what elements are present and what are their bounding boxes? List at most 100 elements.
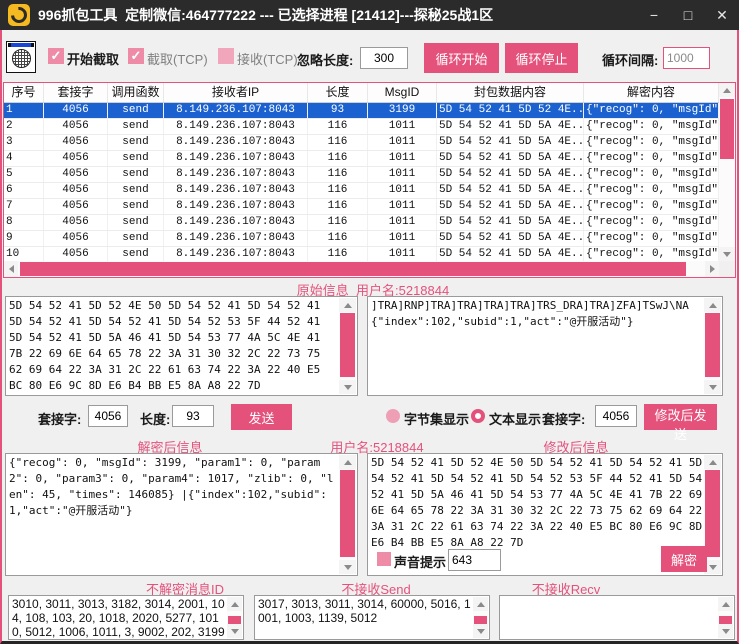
scroll-arrow-up-icon[interactable] — [339, 455, 356, 469]
table-row[interactable]: 84056send8.149.236.107:804311610115D 54 … — [4, 215, 719, 231]
radio-bytes-display[interactable] — [386, 409, 400, 423]
table-row[interactable]: 104056send8.149.236.107:804311610115D 54… — [4, 247, 719, 261]
scroll-arrow-down-icon[interactable] — [339, 380, 356, 394]
send-button[interactable]: 发送 — [231, 404, 292, 430]
no-decrypt-msgid-content[interactable]: 3010, 3011, 3013, 3182, 3014, 2001, 104,… — [12, 597, 226, 638]
table-row[interactable]: 14056send8.149.236.107:80439331995D 54 5… — [4, 103, 719, 119]
scroll-track[interactable] — [18, 261, 705, 277]
capture-window-icon[interactable] — [6, 41, 36, 73]
no-send-scrollbar[interactable] — [473, 597, 488, 638]
table-vscrollbar[interactable] — [719, 83, 735, 261]
header-cell-len[interactable]: 长度 — [308, 83, 368, 102]
no-receive-send-box[interactable]: 3017, 3013, 3011, 3014, 60000, 5016, 100… — [254, 595, 490, 640]
no-receive-recv-content[interactable] — [503, 597, 717, 638]
cell-ip: 8.149.236.107:8043 — [164, 247, 308, 261]
no-decrypt-msgid-box[interactable]: 3010, 3011, 3013, 3182, 3014, 2001, 104,… — [8, 595, 244, 640]
window-title: 996抓包工具 定制微信:464777222 --- 已选择进程 [21412]… — [38, 5, 493, 25]
socket-input[interactable] — [88, 405, 128, 427]
minimize-icon[interactable]: − — [645, 0, 663, 30]
scroll-thumb[interactable] — [474, 616, 487, 624]
radio-text-label: 文本显示 — [489, 409, 541, 428]
scroll-thumb[interactable] — [705, 313, 720, 377]
no-decrypt-scrollbar[interactable] — [227, 597, 242, 638]
raw-hex-panel[interactable]: 5D 54 52 41 5D 52 4E 50 5D 54 52 41 5D 5… — [5, 296, 358, 396]
scroll-arrow-down-icon[interactable] — [718, 624, 733, 638]
radio-text-display[interactable] — [471, 409, 485, 423]
raw-text-content[interactable]: ]TRA]RNP]TRA]TRA]TRA]TRA]TRS_DRA]TRA]ZFA… — [371, 298, 703, 394]
scroll-track[interactable] — [227, 611, 242, 624]
table-row[interactable]: 64056send8.149.236.107:804311610115D 54 … — [4, 183, 719, 199]
checkbox-receive-tcp[interactable] — [218, 48, 234, 64]
decrypted-text-content[interactable]: {"recog": 0, "msgId": 3199, "param1": 0,… — [9, 455, 338, 574]
sound-alert-checkbox[interactable] — [377, 552, 391, 566]
maximize-icon[interactable]: □ — [679, 0, 697, 30]
decrypt-button[interactable]: 解密 — [661, 546, 707, 572]
table-hscrollbar[interactable] — [4, 261, 719, 277]
close-icon[interactable]: ✕ — [713, 0, 731, 30]
scroll-track[interactable] — [473, 611, 488, 624]
ignore-length-label: 忽略长度: — [297, 50, 353, 69]
header-cell-msgid[interactable]: MsgID — [368, 83, 437, 102]
no-recv-scrollbar[interactable] — [718, 597, 733, 638]
cell-data: 5D 54 52 41 5D 5A 4E... — [437, 247, 584, 261]
scroll-thumb[interactable] — [719, 616, 732, 624]
scroll-arrow-down-icon[interactable] — [227, 624, 242, 638]
loop-interval-input[interactable] — [663, 47, 710, 69]
scroll-track[interactable] — [339, 469, 356, 560]
scroll-track[interactable] — [339, 312, 356, 380]
table-row[interactable]: 44056send8.149.236.107:804311610115D 54 … — [4, 151, 719, 167]
no-receive-send-content[interactable]: 3017, 3013, 3011, 3014, 60000, 5016, 100… — [258, 597, 472, 638]
table-row[interactable]: 74056send8.149.236.107:804311610115D 54 … — [4, 199, 719, 215]
ignore-length-input[interactable] — [360, 47, 408, 69]
scroll-arrow-up-icon[interactable] — [704, 298, 721, 312]
header-cell-seq[interactable]: 序号 — [4, 83, 44, 102]
scroll-thumb[interactable] — [340, 313, 355, 377]
scroll-arrow-down-icon[interactable] — [339, 560, 356, 574]
scroll-track[interactable] — [704, 312, 721, 380]
raw-text-scrollbar[interactable] — [704, 298, 721, 394]
scroll-arrow-left-icon[interactable] — [4, 261, 18, 277]
table-row[interactable]: 34056send8.149.236.107:804311610115D 54 … — [4, 135, 719, 151]
raw-hex-content[interactable]: 5D 54 52 41 5D 52 4E 50 5D 54 52 41 5D 5… — [9, 298, 338, 394]
scroll-thumb[interactable] — [228, 616, 241, 624]
cell-msgid: 1011 — [368, 119, 437, 134]
decrypted-text-panel[interactable]: {"recog": 0, "msgId": 3199, "param1": 0,… — [5, 453, 358, 576]
raw-hex-scrollbar[interactable] — [339, 298, 356, 394]
scroll-arrow-up-icon[interactable] — [719, 83, 735, 97]
header-cell-data[interactable]: 封包数据内容 — [437, 83, 584, 102]
scroll-arrow-down-icon[interactable] — [704, 380, 721, 394]
scroll-track[interactable] — [719, 97, 735, 247]
header-cell-func[interactable]: 调用函数 — [108, 83, 164, 102]
scroll-arrow-up-icon[interactable] — [704, 455, 721, 469]
checkbox-capture-tcp[interactable]: ✓ — [128, 48, 144, 64]
socket2-input[interactable] — [595, 405, 637, 427]
sound-value-input[interactable] — [448, 549, 501, 571]
scroll-thumb[interactable] — [340, 470, 355, 557]
scroll-arrow-up-icon[interactable] — [473, 597, 488, 611]
header-cell-decrypted[interactable]: 解密内容 — [584, 83, 719, 102]
cell-data: 5D 54 52 41 5D 5A 4E... — [437, 215, 584, 230]
scroll-thumb[interactable] — [720, 99, 734, 159]
scroll-track[interactable] — [718, 611, 733, 624]
raw-text-panel[interactable]: ]TRA]RNP]TRA]TRA]TRA]TRA]TRS_DRA]TRA]ZFA… — [367, 296, 723, 396]
decrypted-scrollbar[interactable] — [339, 455, 356, 574]
scroll-thumb[interactable] — [20, 262, 686, 276]
loop-start-button[interactable]: 循环开始 — [424, 43, 499, 73]
scroll-arrow-up-icon[interactable] — [339, 298, 356, 312]
no-receive-recv-box[interactable] — [499, 595, 735, 640]
header-cell-ip[interactable]: 接收者IP — [164, 83, 308, 102]
table-row[interactable]: 54056send8.149.236.107:804311610115D 54 … — [4, 167, 719, 183]
scroll-arrow-down-icon[interactable] — [473, 624, 488, 638]
checkbox-start-capture[interactable]: ✓ — [48, 48, 64, 64]
header-cell-socket[interactable]: 套接字 — [44, 83, 108, 102]
scroll-arrow-up-icon[interactable] — [718, 597, 733, 611]
loop-stop-button[interactable]: 循环停止 — [505, 43, 578, 73]
table-row[interactable]: 24056send8.149.236.107:804311610115D 54 … — [4, 119, 719, 135]
send-modified-button[interactable]: 修改后发送 — [644, 404, 717, 430]
length-input[interactable] — [172, 405, 214, 427]
scroll-thumb[interactable] — [705, 470, 720, 557]
scroll-arrow-down-icon[interactable] — [719, 247, 735, 261]
scroll-arrow-up-icon[interactable] — [227, 597, 242, 611]
table-row[interactable]: 94056send8.149.236.107:804311610115D 54 … — [4, 231, 719, 247]
scroll-arrow-right-icon[interactable] — [705, 261, 719, 277]
